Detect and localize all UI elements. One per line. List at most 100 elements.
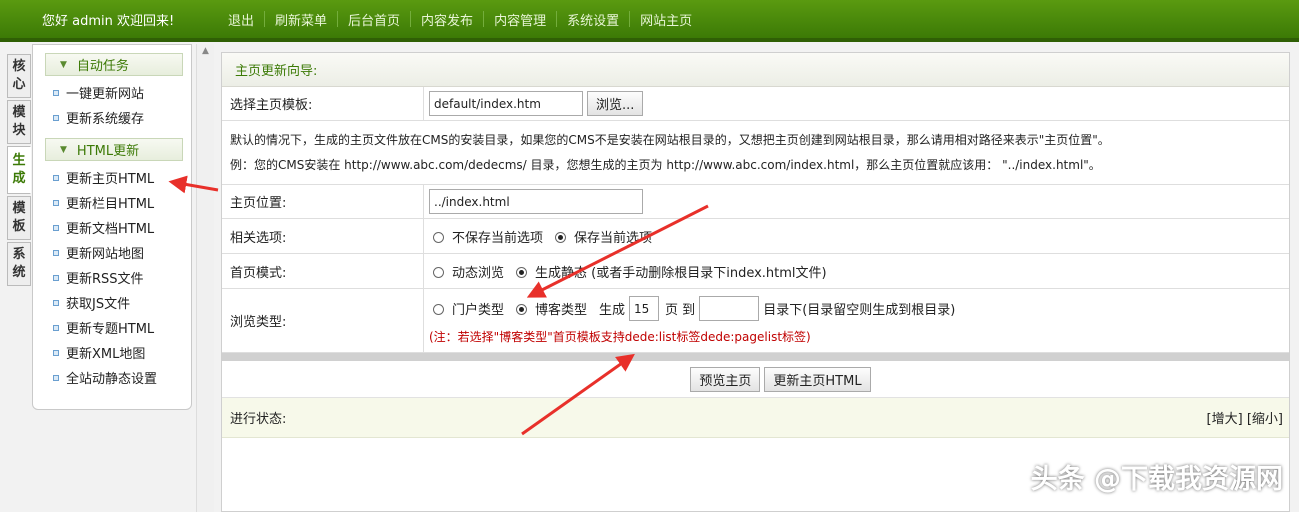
nav-site-home[interactable]: 网站主页 [630,10,702,29]
divider-bar [222,353,1289,361]
triangle-down-icon: ▼ [60,144,67,155]
side-tab-core[interactable]: 核心 [7,54,31,98]
related-opt-save[interactable]: 保存当前选项 [551,227,652,246]
menu-item-label: 全站动静态设置 [66,372,158,387]
mode-opt-static[interactable]: 生成静态 (或者手动删除根目录下index.html文件) [512,262,827,281]
menu-item-update-column-html[interactable]: 更新栏目HTML [33,190,191,215]
nav-refresh-menu[interactable]: 刷新菜单 [265,10,337,29]
bullet-icon [53,174,59,181]
side-menu: ▼ 自动任务 一键更新网站 更新系统缓存 ▼ HTML更新 更新主页HTML 更… [32,44,192,410]
enlarge-link[interactable]: [增大] [1207,412,1243,427]
side-tab-generate[interactable]: 生成 [7,146,31,194]
menu-item-label: 更新网站地图 [66,247,145,262]
bullet-icon [53,224,59,231]
radio-icon[interactable] [433,231,444,243]
panel-title: 主页更新向导: [222,53,1289,87]
top-nav: 退出 刷新菜单 后台首页 内容发布 内容管理 系统设置 网站主页 [218,10,702,29]
bullet-icon [53,349,59,356]
menu-item-label: 更新XML地图 [66,347,146,362]
menu-group-auto-tasks[interactable]: ▼ 自动任务 [45,53,183,76]
menu-item-label: 更新系统缓存 [66,112,145,127]
mode-label: 首页模式: [222,254,424,288]
side-tab-template[interactable]: 模板 [7,196,31,240]
greeting-text: 您好 admin 欢迎回来! [42,13,175,29]
menu-item-update-home-html[interactable]: 更新主页HTML [33,165,191,190]
related-label: 相关选项: [222,219,424,253]
browse-button[interactable]: 浏览... [587,91,644,116]
scroll-up-icon[interactable]: ▲ [197,46,214,56]
nav-system-settings[interactable]: 系统设置 [557,10,629,29]
radio-selected-icon[interactable] [516,266,528,278]
nav-admin-home[interactable]: 后台首页 [338,10,410,29]
menu-scrollbar[interactable]: ▲ [196,44,214,512]
position-row: 主页位置: [222,185,1289,219]
radio-label: 博客类型 [535,303,588,318]
radio-label: 动态浏览 [452,265,505,281]
shrink-link[interactable]: [缩小] [1247,412,1283,427]
menu-item-update-sitemap[interactable]: 更新网站地图 [33,240,191,265]
radio-label: 门户类型 [452,303,505,318]
menu-item-update-rss[interactable]: 更新RSS文件 [33,265,191,290]
menu-item-label: 一键更新网站 [66,87,145,102]
position-label: 主页位置: [222,185,424,218]
menu-item-label: 更新主页HTML [66,172,155,187]
zoom-links: [增大] [缩小] [1207,408,1283,427]
action-buttons: 预览主页 更新主页HTML [222,361,1289,398]
type-opt-blog[interactable]: 博客类型 [512,299,587,318]
update-home-html-button[interactable]: 更新主页HTML [764,366,871,392]
blog-note: (注：若选择"博客类型"首页模板支持dede:list标签dede:pageli… [429,330,811,344]
bullet-icon [53,299,59,306]
menu-group-label: HTML更新 [76,144,140,159]
related-opt-nosave[interactable]: 不保存当前选项 [429,227,543,246]
nav-logout[interactable]: 退出 [218,10,264,29]
preview-home-button[interactable]: 预览主页 [690,366,761,392]
menu-item-static-settings[interactable]: 全站动静态设置 [33,365,191,390]
menu-item-update-cache[interactable]: 更新系统缓存 [33,105,191,130]
bullet-icon [53,199,59,206]
side-tab-system[interactable]: 系统 [7,242,31,286]
generate-label: 生成 [599,303,626,318]
side-tab-module[interactable]: 模块 [7,100,31,144]
bullet-icon [53,374,59,381]
menu-item-get-js[interactable]: 获取JS文件 [33,290,191,315]
nav-publish[interactable]: 内容发布 [411,10,483,29]
menu-item-label: 更新RSS文件 [66,272,144,287]
position-input[interactable] [429,189,643,214]
info-text: 默认的情况下，生成的主页文件放在CMS的安装目录，如果您的CMS不是安装在网站根… [222,121,1289,185]
template-row: 选择主页模板: 浏览... [222,87,1289,121]
menu-item-label: 更新栏目HTML [66,197,155,212]
top-header: 您好 admin 欢迎回来! 退出 刷新菜单 后台首页 内容发布 内容管理 系统… [0,0,1299,42]
dir-suffix-label: 目录下(目录留空则生成到根目录) [763,303,956,318]
related-row: 相关选项: 不保存当前选项 保存当前选项 [222,219,1289,254]
menu-item-update-site[interactable]: 一键更新网站 [33,80,191,105]
mode-opt-dynamic[interactable]: 动态浏览 [429,262,504,281]
pages-input[interactable] [629,296,660,321]
side-tabs: 核心 模块 生成 模板 系统 [7,54,33,288]
browse-type-row: 浏览类型: 门户类型 博客类型 生成 页 到 目录下(目录留空则生成到根目录) … [222,289,1289,353]
info-line-1: 默认的情况下，生成的主页文件放在CMS的安装目录，如果您的CMS不是安装在网站根… [230,133,1110,147]
radio-selected-icon[interactable] [555,231,567,243]
menu-item-update-topic-html[interactable]: 更新专题HTML [33,315,191,340]
radio-label: 生成静态 (或者手动删除根目录下index.html文件) [535,265,827,281]
main-panel: 主页更新向导: 选择主页模板: 浏览... 默认的情况下，生成的主页文件放在CM… [221,52,1290,512]
type-opt-portal[interactable]: 门户类型 [429,299,504,318]
radio-icon[interactable] [433,266,444,278]
bullet-icon [53,324,59,331]
radio-label: 不保存当前选项 [452,230,544,246]
nav-content-manage[interactable]: 内容管理 [484,10,556,29]
menu-group-label: 自动任务 [76,59,129,74]
menu-item-label: 获取JS文件 [66,297,131,312]
bullet-icon [53,249,59,256]
browse-type-label: 浏览类型: [222,289,424,352]
status-header: 进行状态: [增大] [缩小] [222,398,1289,438]
menu-item-update-doc-html[interactable]: 更新文档HTML [33,215,191,240]
menu-group-html-update[interactable]: ▼ HTML更新 [45,138,183,161]
pages-to-label: 页 到 [665,303,696,318]
menu-item-update-xml-map[interactable]: 更新XML地图 [33,340,191,365]
template-input[interactable] [429,91,583,116]
radio-selected-icon[interactable] [516,304,528,315]
radio-label: 保存当前选项 [574,230,653,246]
radio-icon[interactable] [433,304,444,315]
dir-input[interactable] [699,296,760,321]
bullet-icon [53,89,59,96]
